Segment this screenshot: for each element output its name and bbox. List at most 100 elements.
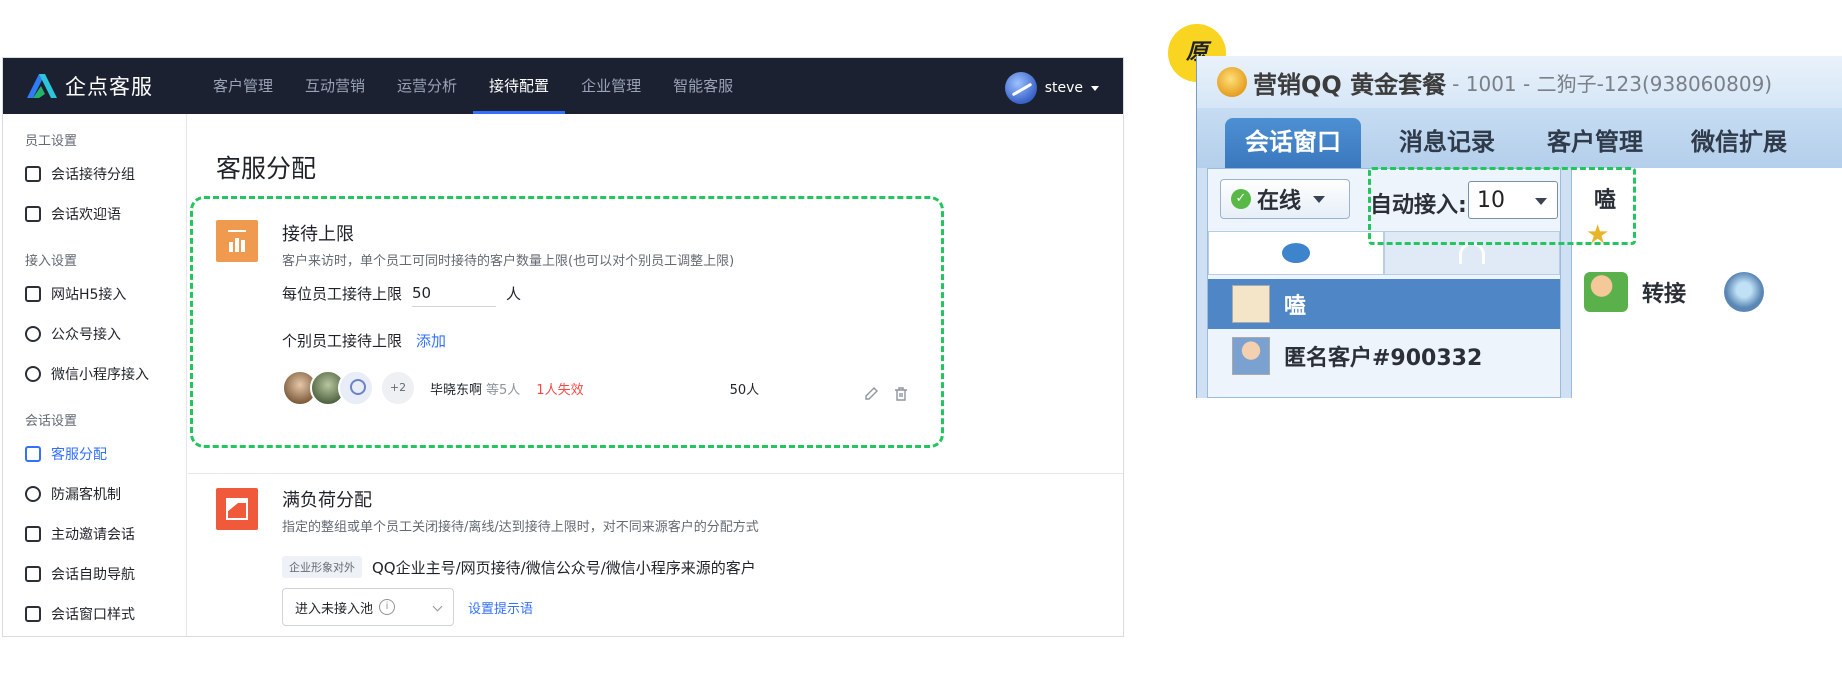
- nav-marketing[interactable]: 互动营销: [289, 58, 381, 114]
- website-icon: [25, 286, 41, 302]
- section-title: 满负荷分配: [282, 490, 372, 511]
- page-title: 客服分配: [216, 154, 317, 183]
- leak-prevention-icon: [25, 486, 41, 502]
- section-description: 客户来访时，单个员工可同时接待的客户数量上限(也可以对个别员工调整上限): [282, 254, 735, 269]
- wechat-icon: [25, 326, 41, 342]
- logo-icon: [23, 72, 59, 100]
- sidebar-item-mini-program[interactable]: 微信小程序接入: [25, 354, 186, 394]
- section-description: 指定的整组或单个员工关闭接待/离线/达到接待上限时，对不同来源客户的分配方式: [282, 520, 759, 535]
- sidebar-item-self-nav[interactable]: 会话自助导航: [25, 554, 186, 594]
- section-overload: 满负荷分配 指定的整组或单个员工关闭接待/离线/达到接待上限时，对不同来源客户的…: [188, 474, 1123, 636]
- sidebar-item-label: 会话欢迎语: [51, 207, 121, 223]
- contact-item[interactable]: 嗑: [1208, 279, 1560, 329]
- set-hint-link[interactable]: 设置提示语: [468, 598, 533, 617]
- sidebar-item-official-account[interactable]: 公众号接入: [25, 314, 186, 354]
- web-admin-screenshot: 企点客服 客户管理 互动营销 运营分析 接待配置 企业管理 智能客服 steve…: [2, 57, 1124, 637]
- source-row: 企业形象对外 QQ企业主号/网页接待/微信公众号/微信小程序来源的客户: [282, 556, 756, 578]
- transfer-button[interactable]: 转接: [1584, 272, 1765, 312]
- avatar: [1232, 337, 1270, 375]
- mini-program-icon: [25, 366, 41, 382]
- contact-item[interactable]: 匿名客户#900332: [1208, 331, 1560, 381]
- nav-analytics[interactable]: 运营分析: [381, 58, 473, 114]
- contact-name: 匿名客户#900332: [1284, 346, 1483, 371]
- sidebar-group-session: 会话设置 客服分配 防漏客机制 主动邀请会话 会话自助导航 会话窗口样式: [3, 410, 186, 634]
- tab-message-record[interactable]: 消息记录: [1379, 118, 1515, 168]
- top-navbar: 企点客服 客户管理 互动营销 运营分析 接待配置 企业管理 智能客服 steve: [3, 58, 1123, 114]
- entry-limit-value: 50人: [729, 382, 760, 398]
- tab-session-window[interactable]: 会话窗口: [1225, 118, 1361, 168]
- user-menu[interactable]: steve: [1004, 72, 1099, 104]
- delete-icon[interactable]: [893, 386, 909, 402]
- tab-customer-management[interactable]: 客户管理: [1527, 118, 1663, 168]
- info-icon[interactable]: i: [379, 599, 396, 615]
- chat-contact-name: 嗑: [1594, 188, 1617, 213]
- sidebar-item-window-style[interactable]: 会话窗口样式: [25, 594, 186, 634]
- per-staff-limit-input[interactable]: [412, 280, 497, 307]
- entry-actions: [863, 386, 909, 402]
- nav-customer[interactable]: 客户管理: [197, 58, 289, 114]
- auto-accept-select[interactable]: 10: [1468, 181, 1558, 219]
- online-status-dropdown[interactable]: ✓ 在线: [1220, 179, 1350, 219]
- qq-chat-panel: 嗑 ★ 转接: [1571, 168, 1842, 398]
- transfer-icon: [1584, 272, 1628, 312]
- qq-tabs: 会话窗口 消息记录 客户管理 微信扩展: [1197, 108, 1842, 168]
- sidebar-group-access: 接入设置 网站H5接入 公众号接入 微信小程序接入: [3, 250, 186, 394]
- invalid-count: 1人失效: [536, 382, 584, 398]
- main-nav: 客户管理 互动营销 运营分析 接待配置 企业管理 智能客服: [197, 58, 749, 114]
- per-staff-limit-label: 每位员工接待上限: [282, 285, 403, 303]
- tab-wechat-extension[interactable]: 微信扩展: [1671, 118, 1807, 168]
- sidebar-item-session-group[interactable]: 会话接待分组: [25, 154, 186, 194]
- chat-group-icon: [25, 166, 41, 182]
- staff-names: 毕晓东啊: [430, 382, 483, 398]
- sidebar-item-assignment[interactable]: 客服分配: [25, 434, 186, 474]
- nav-reception-config[interactable]: 接待配置: [473, 58, 566, 114]
- app-logo[interactable]: 企点客服: [23, 70, 153, 102]
- staff-count: 等5人: [486, 382, 521, 398]
- nav-smart-service[interactable]: 智能客服: [657, 58, 749, 114]
- status-label: 在线: [1257, 189, 1302, 214]
- sidebar-group-staff: 员工设置 会话接待分组 会话欢迎语: [3, 130, 186, 234]
- voice-subtab[interactable]: [1384, 231, 1560, 275]
- qq-title-main: 营销QQ 黄金套餐: [1253, 70, 1447, 99]
- chat-subtab[interactable]: [1208, 231, 1384, 275]
- sidebar-item-label: 网站H5接入: [51, 287, 127, 303]
- add-individual-link[interactable]: 添加: [416, 330, 446, 351]
- section-reception-limit: 接待上限 客户来访时，单个员工可同时接待的客户数量上限(也可以对个别员工调整上限…: [188, 206, 1123, 474]
- source-list: QQ企业主号/网页接待/微信公众号/微信小程序来源的客户: [372, 558, 756, 577]
- sidebar-item-label: 会话接待分组: [51, 167, 135, 183]
- qq-title-bar: 营销QQ 黄金套餐 - 1001 - 二狗子-123(938060809): [1197, 56, 1842, 108]
- sidebar-group-title: 会话设置: [25, 414, 78, 429]
- avatar: [1232, 285, 1270, 323]
- sidebar-item-leak-prevention[interactable]: 防漏客机制: [25, 474, 186, 514]
- edit-icon[interactable]: [863, 386, 879, 402]
- auto-accept-label: 自动接入:: [1370, 193, 1467, 218]
- individual-limit-entry: +2 毕晓东啊 等5人 1人失效 50人: [282, 370, 1022, 406]
- window-style-icon: [25, 606, 41, 622]
- more-avatars-count: +2: [380, 370, 416, 406]
- sidebar-item-label: 会话自助导航: [51, 567, 135, 583]
- avatar: [338, 370, 374, 406]
- per-staff-limit-unit: 人: [506, 285, 522, 303]
- overload-strategy-row: 进入未接入池 i 设置提示语: [282, 588, 533, 626]
- star-icon[interactable]: ★: [1586, 220, 1609, 250]
- chevron-down-icon: [432, 601, 443, 612]
- logo-text: 企点客服: [65, 75, 153, 99]
- per-staff-limit-row: 每位员工接待上限 人: [282, 280, 521, 307]
- qq-title-sub: - 1001 - 二狗子-123(938060809): [1452, 71, 1773, 96]
- chat-bubble-icon: [1282, 243, 1310, 263]
- user-name: steve: [1044, 80, 1083, 96]
- overload-strategy-select[interactable]: 进入未接入池 i: [282, 588, 454, 626]
- sidebar-item-h5[interactable]: 网站H5接入: [25, 274, 186, 314]
- sidebar-group-title: 员工设置: [25, 134, 78, 149]
- nav-enterprise[interactable]: 企业管理: [565, 58, 657, 114]
- sidebar-item-welcome[interactable]: 会话欢迎语: [25, 194, 186, 234]
- section-title: 接待上限: [282, 224, 354, 245]
- camera-icon[interactable]: [1724, 272, 1765, 312]
- sidebar-item-invite[interactable]: 主动邀请会话: [25, 514, 186, 554]
- sidebar-item-label: 主动邀请会话: [51, 527, 135, 543]
- triangle-down-icon: [1535, 198, 1547, 205]
- sidebar: 员工设置 会话接待分组 会话欢迎语 接入设置 网站H5接入 公众号接入 微信小程…: [3, 114, 187, 636]
- sidebar-group-title: 接入设置: [25, 254, 78, 269]
- triangle-down-icon: [1313, 195, 1326, 203]
- caret-down-icon: [1091, 85, 1099, 91]
